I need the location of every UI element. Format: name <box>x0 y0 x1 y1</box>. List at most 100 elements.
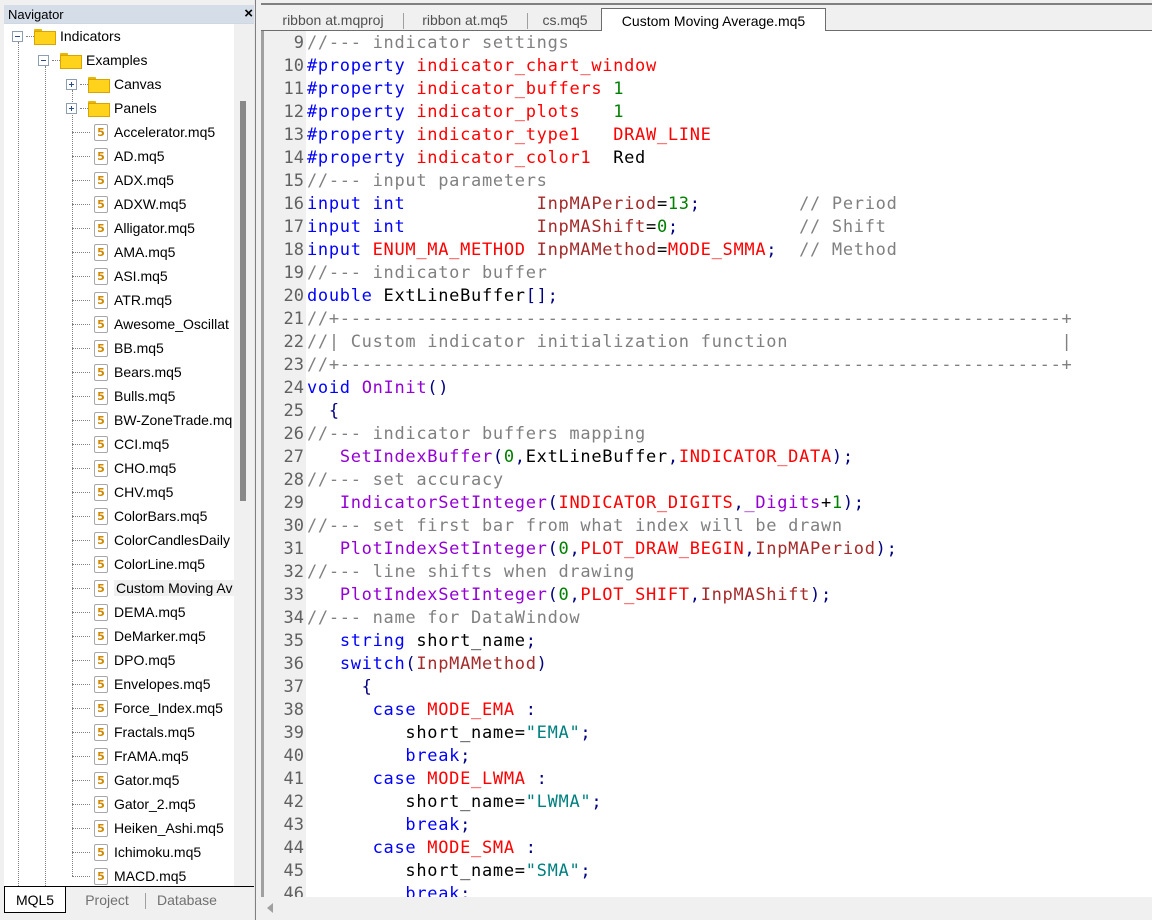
tree-file[interactable]: 5 ADXW.mq5 <box>66 192 186 216</box>
expand-plus-icon[interactable] <box>66 78 77 90</box>
code-line[interactable]: 34//--- name for DataWindow <box>264 607 580 630</box>
tree-file[interactable]: 5 DeMarker.mq5 <box>66 624 206 648</box>
code-line[interactable]: 18 input ENUM_MA_METHOD InpMAMethod=MODE_… <box>264 239 897 262</box>
code-line[interactable]: 33 PlotIndexSetInteger(0,PLOT_SHIFT,InpM… <box>264 584 832 607</box>
tree-folder[interactable]: Canvas <box>66 72 161 96</box>
scroll-left-arrow-icon[interactable] <box>267 903 273 913</box>
tree-file[interactable]: 5 BW-ZoneTrade.mq <box>66 408 232 432</box>
code-line[interactable]: 21//+-----------------------------------… <box>264 308 1072 331</box>
code-line[interactable]: 17 input int InpMAShift=0; // Shift <box>264 216 886 239</box>
tree-folder[interactable]: Indicators <box>12 24 121 48</box>
expand-plus-icon[interactable] <box>66 102 77 114</box>
code-line[interactable]: 11 #property indicator_buffers 1 <box>264 78 624 101</box>
collapse-minus-icon[interactable] <box>12 30 23 42</box>
code-line[interactable]: 22//| Custom indicator initialization fu… <box>264 331 1072 354</box>
horizontal-scrollbar[interactable] <box>261 897 1152 920</box>
code-line[interactable]: 40 break; <box>264 745 471 768</box>
code-line[interactable]: 29 IndicatorSetInteger(INDICATOR_DIGITS,… <box>264 492 865 515</box>
code-line[interactable]: 37 { <box>264 676 372 699</box>
tree-file[interactable]: 5 ADX.mq5 <box>66 168 174 192</box>
tab-database[interactable]: Database <box>148 887 226 913</box>
tree-file[interactable]: 5 Envelopes.mq5 <box>66 672 211 696</box>
code-line[interactable]: 24 void OnInit() <box>264 377 449 400</box>
code-line[interactable]: 32//--- line shifts when drawing <box>264 561 635 584</box>
code-line[interactable]: 31 PlotIndexSetInteger(0,PLOT_DRAW_BEGIN… <box>264 538 897 561</box>
line-number: 11 <box>283 79 304 99</box>
tree-file[interactable]: 5 AMA.mq5 <box>66 240 175 264</box>
code-line[interactable]: 38 case MODE_EMA : <box>264 699 536 722</box>
tree-file[interactable]: 5 Gator_2.mq5 <box>66 792 196 816</box>
code-line[interactable]: 16 input int InpMAPeriod=13; // Period <box>264 193 897 216</box>
close-icon[interactable]: × <box>244 5 253 22</box>
panel-splitter[interactable] <box>254 0 256 920</box>
tree-file[interactable]: 5 CCI.mq5 <box>66 432 169 456</box>
editor-tab[interactable]: cs.mq5 <box>531 9 599 31</box>
code-line[interactable]: 45 short_name="SMA"; <box>264 860 591 883</box>
tab-project[interactable]: Project <box>72 887 142 913</box>
tree-file[interactable]: 5 DPO.mq5 <box>66 648 175 672</box>
code-line[interactable]: 30//--- set first bar from what index wi… <box>264 515 843 538</box>
code-line[interactable]: 20 double ExtLineBuffer[]; <box>264 285 558 308</box>
navigator-scrollbar[interactable] <box>234 24 250 886</box>
tree-folder[interactable]: Examples <box>38 48 147 72</box>
tree-file[interactable]: 5 MACD.mq5 <box>66 864 186 886</box>
code-line[interactable]: 19//--- indicator buffer <box>264 262 547 285</box>
tree-item-label: Canvas <box>114 76 162 92</box>
code-line[interactable]: 43 break; <box>264 814 471 837</box>
tree-file[interactable]: 5 ColorLine.mq5 <box>66 552 205 576</box>
tree-file[interactable]: 5 Bears.mq5 <box>66 360 182 384</box>
code-line[interactable]: 41 case MODE_LWMA : <box>264 768 547 791</box>
tree-file[interactable]: 5 Gator.mq5 <box>66 768 179 792</box>
collapse-minus-icon[interactable] <box>38 54 49 66</box>
code-text: input int InpMAShift=0; // Shift <box>307 216 887 239</box>
navigator-scrollbar-thumb[interactable] <box>240 101 246 501</box>
code-line[interactable]: 13 #property indicator_type1 DRAW_LINE <box>264 124 711 147</box>
code-line[interactable]: 39 short_name="EMA"; <box>264 722 591 745</box>
tree-file[interactable]: 5 CHV.mq5 <box>66 480 173 504</box>
code-line[interactable]: 44 case MODE_SMA : <box>264 837 536 860</box>
code-line[interactable]: 26//--- indicator buffers mapping <box>264 423 646 446</box>
tree-file[interactable]: 5 Ichimoku.mq5 <box>66 840 201 864</box>
tree-file[interactable]: 5 Custom Moving Av <box>66 576 235 600</box>
tree-file[interactable]: 5 Accelerator.mq5 <box>66 120 215 144</box>
tree-folder[interactable]: Panels <box>66 96 157 120</box>
code-line[interactable]: 36 switch(InpMAMethod) <box>264 653 547 676</box>
code-line[interactable]: 14 #property indicator_color1 Red <box>264 147 646 170</box>
code-line[interactable]: 12 #property indicator_plots 1 <box>264 101 624 124</box>
tree-file[interactable]: 5 Awesome_Oscillat <box>66 312 229 336</box>
tree-file[interactable]: 5 ASI.mq5 <box>66 264 168 288</box>
tree-file[interactable]: 5 Force_Index.mq5 <box>66 696 223 720</box>
code-line[interactable]: 46 break; <box>264 883 471 897</box>
tree-file[interactable]: 5 ColorCandlesDaily <box>66 528 230 552</box>
tree-file[interactable]: 5 BB.mq5 <box>66 336 164 360</box>
tree-file[interactable]: 5 Alligator.mq5 <box>66 216 195 240</box>
code-line[interactable]: 25 { <box>264 400 340 423</box>
tree-file[interactable]: 5 ColorBars.mq5 <box>66 504 207 528</box>
code-line[interactable]: 27 SetIndexBuffer(0,ExtLineBuffer,INDICA… <box>264 446 854 469</box>
code-line[interactable]: 35 string short_name; <box>264 630 536 653</box>
code-line[interactable]: 28//--- set accuracy <box>264 469 504 492</box>
tree-file[interactable]: 5 CHO.mq5 <box>66 456 176 480</box>
tree-file[interactable]: 5 ATR.mq5 <box>66 288 172 312</box>
tree-file[interactable]: 5 AD.mq5 <box>66 144 165 168</box>
tab-mql5[interactable]: MQL5 <box>4 887 66 913</box>
code-token: ; <box>766 240 778 260</box>
tree-file[interactable]: 5 Fractals.mq5 <box>66 720 195 744</box>
tree-file[interactable]: 5 FrAMA.mq5 <box>66 744 189 768</box>
tree-connector <box>72 587 90 589</box>
tree-file[interactable]: 5 Bulls.mq5 <box>66 384 175 408</box>
code-line[interactable]: 15//--- input parameters <box>264 170 547 193</box>
editor-tab[interactable]: ribbon at.mq5 <box>409 9 521 31</box>
code-line[interactable]: 10 #property indicator_chart_window <box>264 55 657 78</box>
code-token: = <box>646 217 657 237</box>
code-text: input ENUM_MA_METHOD InpMAMethod=MODE_SM… <box>307 239 898 262</box>
editor-tab[interactable]: ribbon at.mqproj <box>269 9 397 31</box>
code-area[interactable]: 9//--- indicator settings 10 #property ind… <box>261 31 1152 897</box>
code-token: ); <box>831 447 854 467</box>
editor-tab-active[interactable]: Custom Moving Average.mq5 <box>601 8 826 33</box>
code-line[interactable]: 23//+-----------------------------------… <box>264 354 1072 377</box>
code-line[interactable]: 9//--- indicator settings <box>264 32 569 55</box>
tree-file[interactable]: 5 DEMA.mq5 <box>66 600 186 624</box>
code-line[interactable]: 42 short_name="LWMA"; <box>264 791 602 814</box>
tree-file[interactable]: 5 Heiken_Ashi.mq5 <box>66 816 224 840</box>
